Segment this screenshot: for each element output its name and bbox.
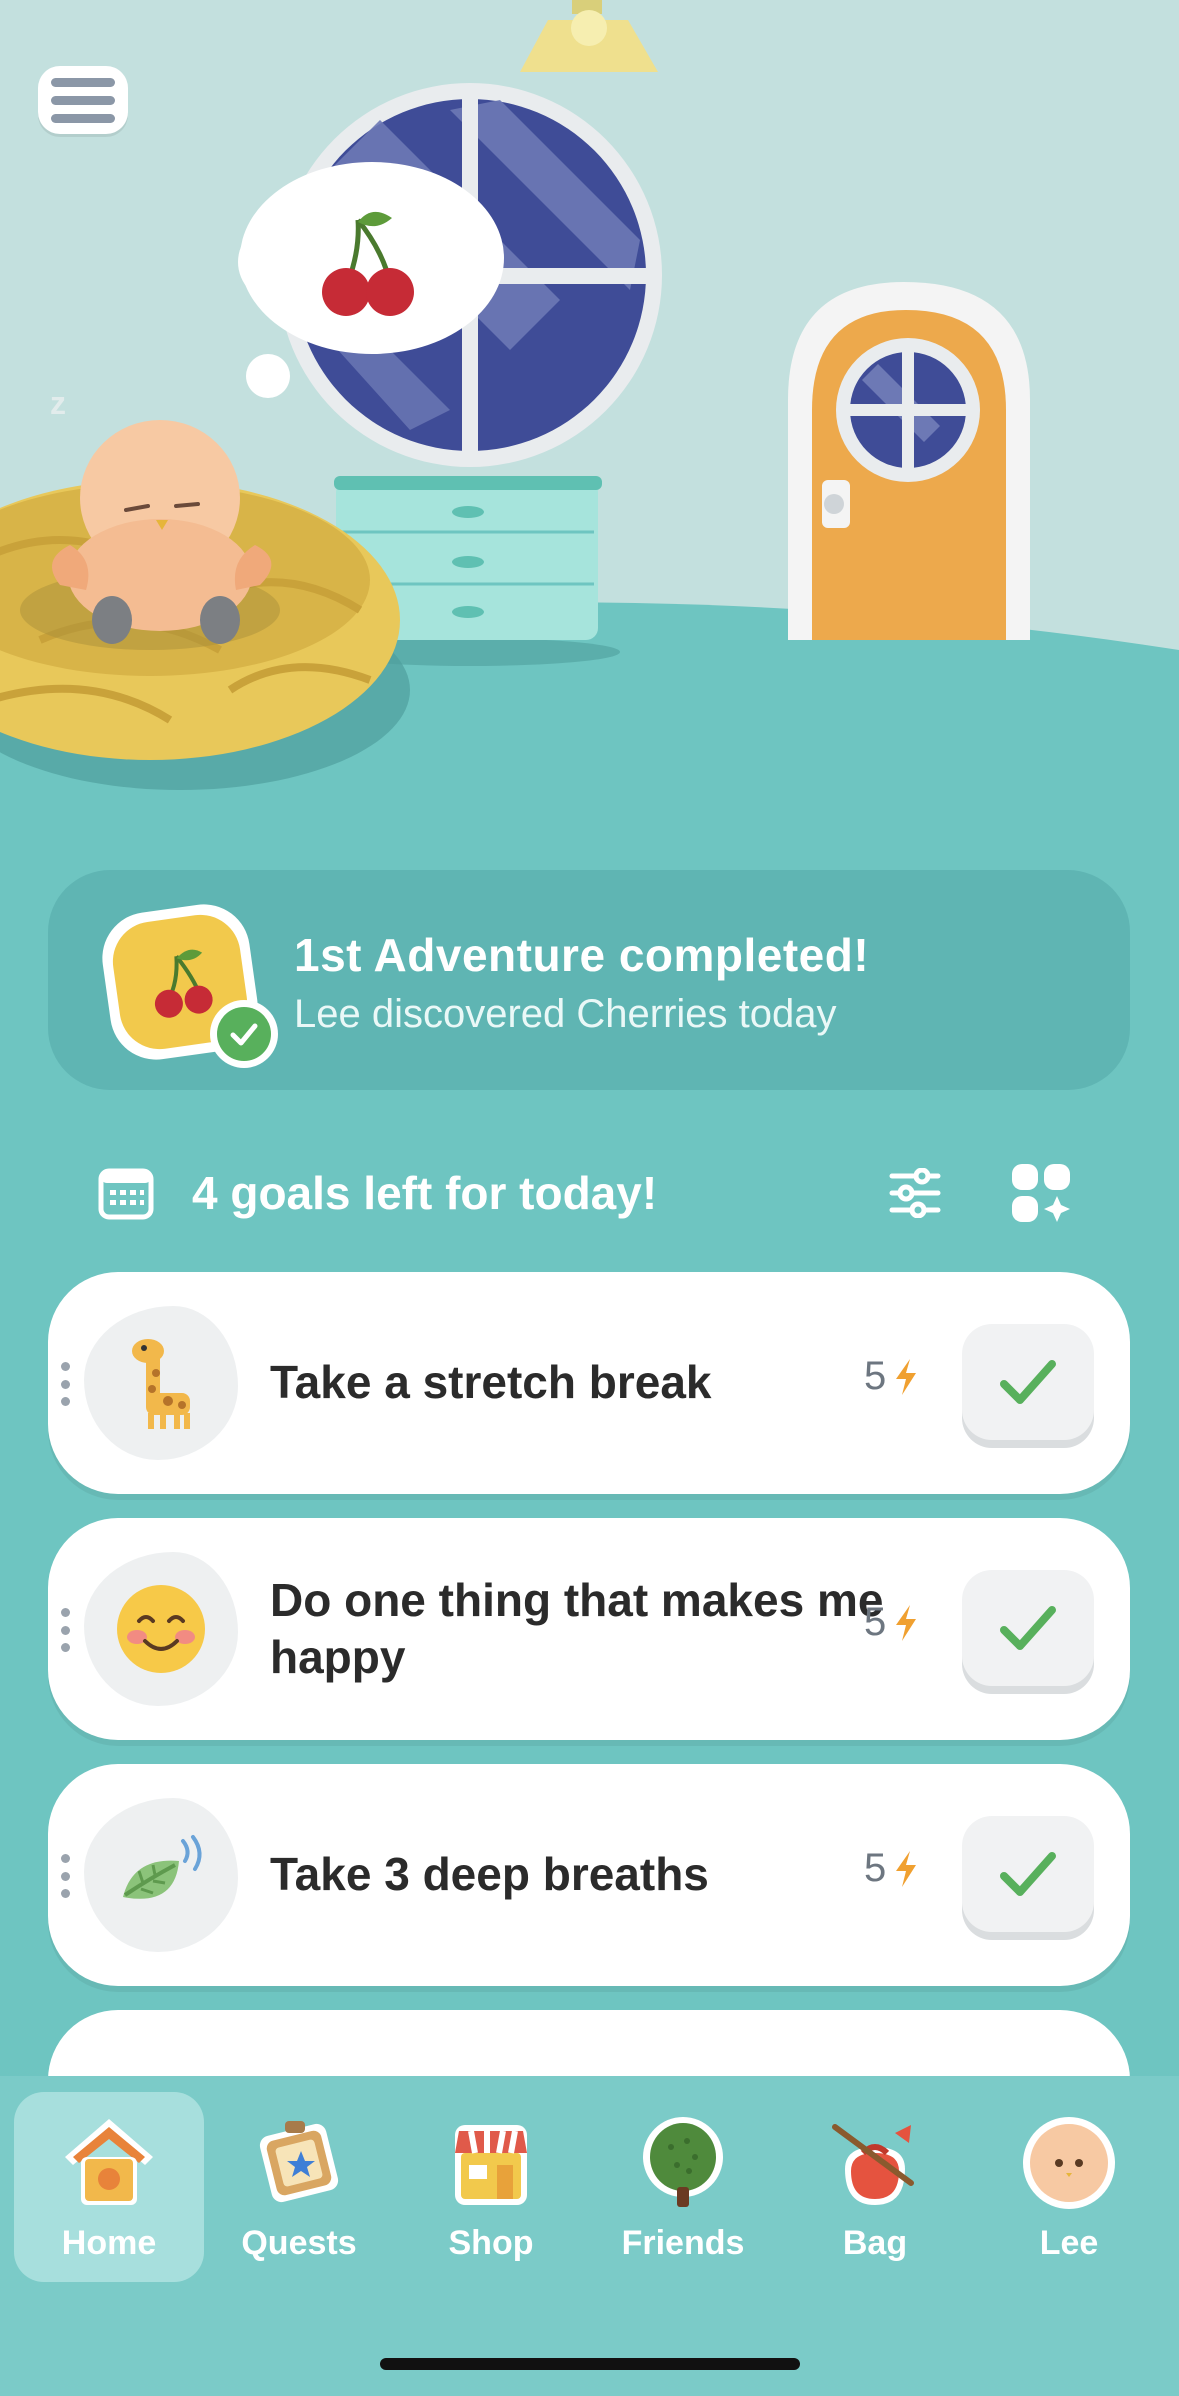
goal-points: 5 <box>864 1600 920 1645</box>
drag-handle-icon[interactable] <box>60 1608 70 1652</box>
check-icon <box>1000 1852 1056 1896</box>
tab-home[interactable]: Home <box>14 2092 204 2282</box>
goal-label: Take a stretch break <box>270 1356 712 1409</box>
tab-label: Quests <box>241 2224 357 2262</box>
sliders-icon[interactable] <box>888 1168 942 1218</box>
calendar-icon[interactable] <box>98 1168 154 1220</box>
tab-quests[interactable]: Quests <box>204 2092 394 2282</box>
adventure-title: 1st Adventure completed! <box>294 929 870 981</box>
complete-goal-button[interactable] <box>962 1816 1094 1932</box>
hamburger-menu-icon <box>51 77 115 87</box>
lightning-bolt-icon <box>896 1358 917 1395</box>
goal-points: 5 <box>864 1846 920 1891</box>
adventure-card[interactable]: 1st Adventure completed! Lee discovered … <box>48 870 1130 1090</box>
avatar-icon <box>1014 2108 1124 2218</box>
points-value: 5 <box>864 1846 887 1890</box>
hamburger-line <box>51 113 115 123</box>
tab-label: Home <box>61 2224 157 2262</box>
room-scene: z <box>0 0 1179 800</box>
points-value: 5 <box>864 1600 887 1644</box>
lightning-bolt-icon <box>896 1850 917 1887</box>
tab-bar: Home Quests Shop Friends Bag Lee <box>0 2076 1179 2396</box>
goal-label: Do one thing that makes me happy <box>270 1573 884 1684</box>
tab-bag[interactable]: Bag <box>780 2092 970 2282</box>
tree-icon <box>628 2108 738 2218</box>
goal-card[interactable]: Take 3 deep breaths 5 <box>48 1764 1130 1986</box>
adventure-subtitle: Lee discovered Cherries today <box>294 992 837 1036</box>
goals-left-text: 4 goals left for today! <box>192 1167 658 1219</box>
shop-icon <box>436 2108 546 2218</box>
add-goal-icon[interactable] <box>1010 1162 1072 1224</box>
check-icon <box>1000 1360 1056 1404</box>
completed-check-badge <box>210 1000 278 1068</box>
tab-label: Shop <box>448 2224 534 2262</box>
goals-header: 4 goals left for today! <box>0 1140 1179 1240</box>
tab-label: Lee <box>1039 2224 1099 2262</box>
tab-label: Bag <box>842 2224 908 2262</box>
complete-goal-button[interactable] <box>962 1570 1094 1686</box>
goal-label: Take 3 deep breaths <box>270 1848 709 1901</box>
lightning-bolt-icon <box>896 1604 917 1641</box>
tab-friends[interactable]: Friends <box>588 2092 778 2282</box>
goal-card[interactable]: Take a stretch break 5 <box>48 1272 1130 1494</box>
sleep-z-text: z <box>50 385 66 421</box>
goal-points: 5 <box>864 1354 920 1399</box>
smiling-face-icon <box>84 1552 238 1706</box>
drag-handle-icon[interactable] <box>60 1854 70 1898</box>
goal-card[interactable]: Do one thing that makes me happy 5 <box>48 1518 1130 1740</box>
check-icon <box>230 1023 258 1046</box>
check-icon <box>1000 1606 1056 1650</box>
points-value: 5 <box>864 1354 887 1398</box>
birdhouse-icon <box>54 2108 164 2218</box>
cherries-icon <box>154 949 213 1018</box>
giraffe-icon <box>84 1306 238 1460</box>
menu-button[interactable] <box>38 66 128 134</box>
bag-icon <box>820 2108 930 2218</box>
home-indicator[interactable] <box>380 2358 800 2370</box>
complete-goal-button[interactable] <box>962 1324 1094 1440</box>
drag-handle-icon[interactable] <box>60 1362 70 1406</box>
leaf-wind-icon <box>84 1798 238 1952</box>
tab-shop[interactable]: Shop <box>396 2092 586 2282</box>
tab-label: Friends <box>621 2224 745 2262</box>
hamburger-line <box>51 95 115 105</box>
tab-profile[interactable]: Lee <box>974 2092 1164 2282</box>
map-icon <box>244 2108 354 2218</box>
